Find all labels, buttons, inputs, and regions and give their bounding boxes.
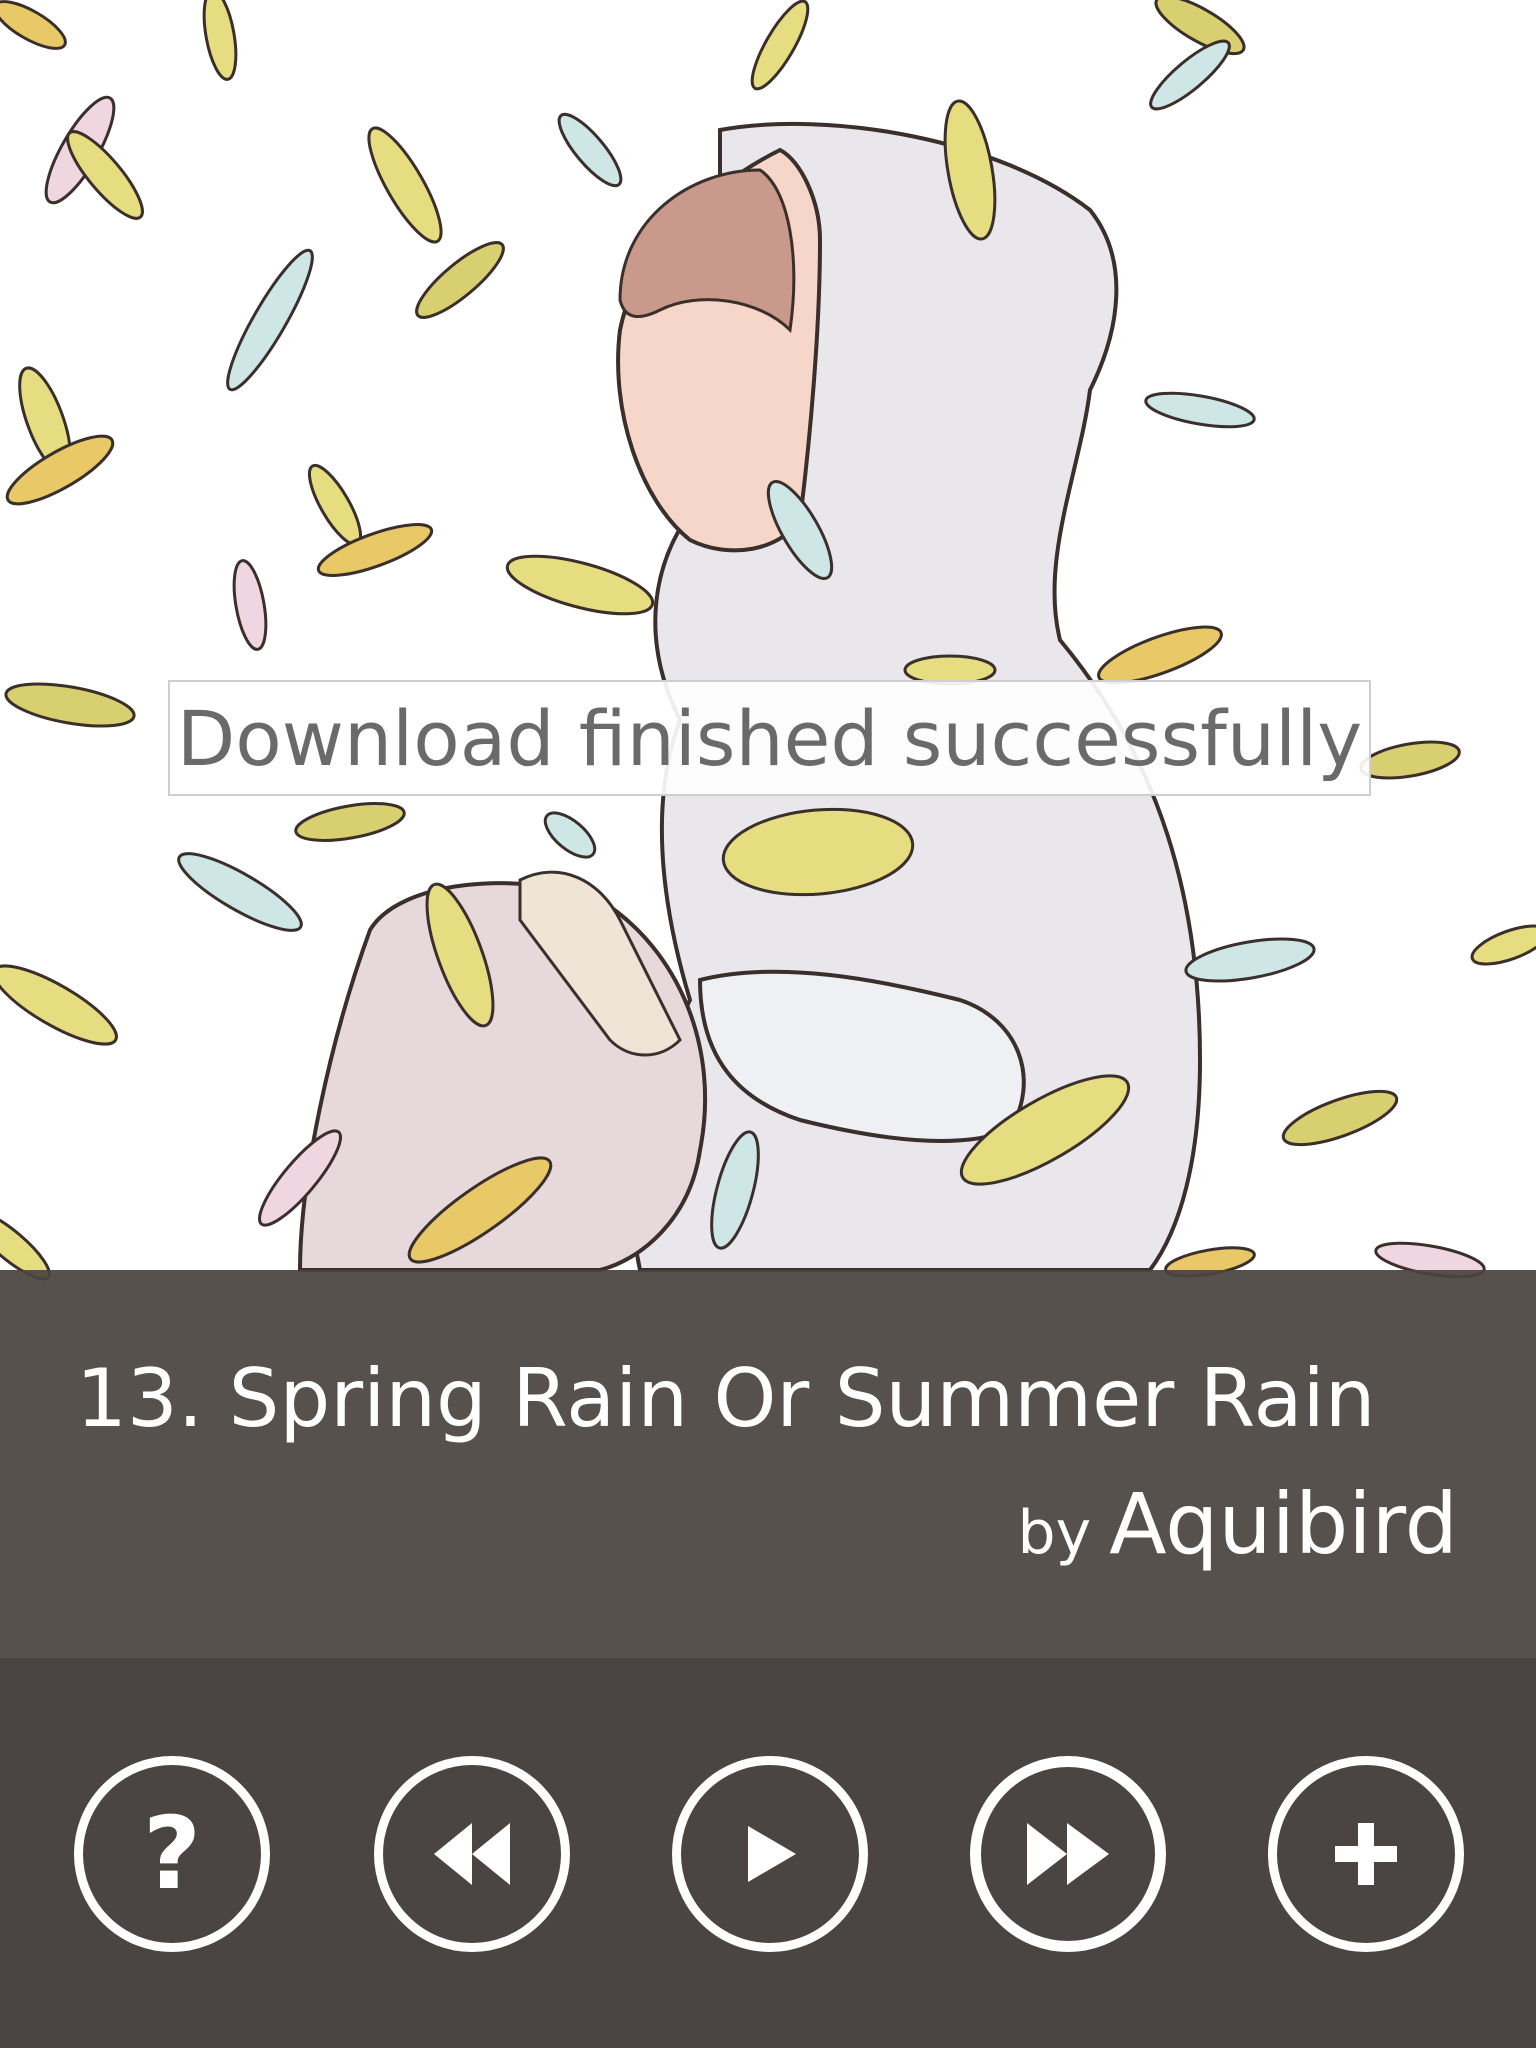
add-button[interactable] bbox=[1268, 1756, 1464, 1952]
by-prefix: by bbox=[1017, 1498, 1092, 1568]
previous-button[interactable] bbox=[374, 1756, 570, 1952]
download-notification-toast: Download finished successfully bbox=[168, 680, 1371, 796]
now-playing-info-band bbox=[0, 1270, 1536, 1658]
track-title: 13. Spring Rain Or Summer Rain bbox=[76, 1352, 1376, 1445]
help-button[interactable]: ? bbox=[74, 1756, 270, 1952]
play-icon bbox=[748, 1826, 796, 1882]
artist-name: Aquibird bbox=[1109, 1475, 1458, 1573]
play-button[interactable] bbox=[672, 1756, 868, 1952]
music-player-screen: Download finished successfully 13. Sprin… bbox=[0, 0, 1536, 2048]
fast-forward-icon bbox=[1027, 1823, 1109, 1885]
next-button[interactable] bbox=[970, 1756, 1166, 1952]
question-icon: ? bbox=[142, 1795, 201, 1912]
plus-icon bbox=[1335, 1823, 1397, 1885]
notification-message: Download finished successfully bbox=[176, 693, 1363, 783]
rewind-icon bbox=[434, 1823, 510, 1885]
track-artist-line: by Aquibird bbox=[1017, 1475, 1458, 1573]
